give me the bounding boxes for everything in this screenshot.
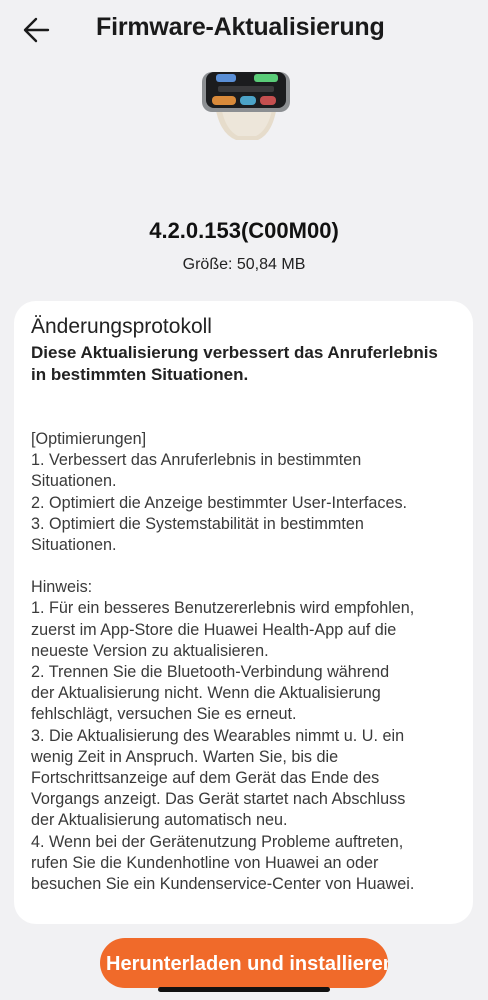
back-button[interactable] bbox=[18, 12, 58, 48]
changelog-line: der Aktualisierung nicht. Wenn die Aktua… bbox=[31, 684, 381, 703]
changelog-line: wenig Zeit in Anspruch. Warten Sie, bis … bbox=[31, 747, 339, 766]
changelog-body: [Optimierungen] 1. Verbessert das Anrufe… bbox=[31, 429, 467, 895]
changelog-line: 2. Trennen Sie die Bluetooth-Verbindung … bbox=[31, 663, 390, 682]
smartwatch-icon bbox=[196, 72, 296, 144]
changelog-line: 3. Optimiert die Systemstabilität in bes… bbox=[31, 514, 364, 533]
summary-line: Diese Aktualisierung verbessert das Anru… bbox=[31, 343, 438, 362]
changelog-line: Situationen. bbox=[31, 472, 117, 491]
changelog-line: der Aktualisierung automatisch neu. bbox=[31, 811, 288, 830]
changelog-line: Fortschrittsanzeige auf dem Gerät das En… bbox=[31, 769, 380, 788]
changelog-card: Änderungsprotokoll Diese Aktualisierung … bbox=[14, 301, 473, 924]
changelog-line: Situationen. bbox=[31, 536, 117, 555]
changelog-title: Änderungsprotokoll bbox=[31, 315, 212, 338]
page-title: Firmware-Aktualisierung bbox=[96, 13, 385, 41]
summary-line: in bestimmten Situationen. bbox=[31, 365, 249, 384]
changelog-line: Hinweis: bbox=[31, 578, 93, 597]
download-install-button[interactable]: Herunterladen und installieren bbox=[100, 938, 388, 988]
changelog-line: besuchen Sie ein Kundenservice-Center vo… bbox=[31, 875, 415, 894]
changelog-line: 1. Für ein besseres Benutzererlebnis wir… bbox=[31, 599, 415, 618]
changelog-line: Vorgangs anzeigt. Das Gerät startet nach… bbox=[31, 790, 406, 809]
changelog-line: 2. Optimiert die Anzeige bestimmter User… bbox=[31, 493, 408, 512]
changelog-line: rufen Sie die Kundenhotline von Huawei a… bbox=[31, 853, 379, 872]
changelog-line: 1. Verbessert das Anruferlebnis in besti… bbox=[31, 451, 362, 470]
changelog-line: 3. Die Aktualisierung des Wearables nimm… bbox=[31, 726, 405, 745]
header-bar: Firmware-Aktualisierung bbox=[0, 0, 488, 60]
changelog-summary: Diese Aktualisierung verbessert das Anru… bbox=[31, 342, 461, 386]
changelog-line: [Optimierungen] bbox=[31, 430, 147, 448]
changelog-line: 4. Wenn bei der Gerätenutzung Probleme a… bbox=[31, 832, 404, 851]
changelog-line: fehlschlägt, versuchen Sie es erneut. bbox=[31, 705, 297, 724]
changelog-line: neueste Version zu aktualisieren. bbox=[31, 641, 269, 660]
home-indicator[interactable] bbox=[158, 987, 330, 992]
changelog-line: zuerst im App-Store die Huawei Health-Ap… bbox=[31, 620, 397, 639]
firmware-version: 4.2.0.153(C00M00) bbox=[149, 218, 339, 243]
arrow-left-icon bbox=[23, 17, 50, 43]
file-size: Größe: 50,84 MB bbox=[182, 256, 306, 273]
